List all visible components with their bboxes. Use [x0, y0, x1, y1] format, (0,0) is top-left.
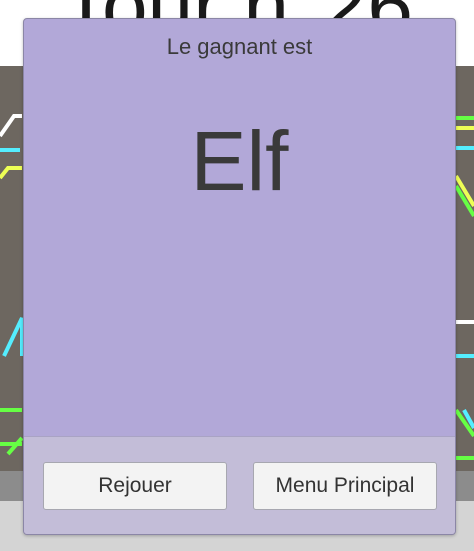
- winner-name: Elf: [190, 114, 289, 208]
- main-menu-button[interactable]: Menu Principal: [253, 462, 437, 510]
- tile-outline: [2, 317, 24, 357]
- tile-outline: [0, 166, 22, 180]
- winner-dialog: Le gagnant est Elf Rejouer Menu Principa…: [23, 18, 456, 535]
- winner-header: Le gagnant est: [166, 34, 313, 59]
- dialog-footer: Rejouer Menu Principal: [24, 436, 455, 534]
- replay-button[interactable]: Rejouer: [43, 462, 227, 510]
- tile-outline: [0, 114, 22, 138]
